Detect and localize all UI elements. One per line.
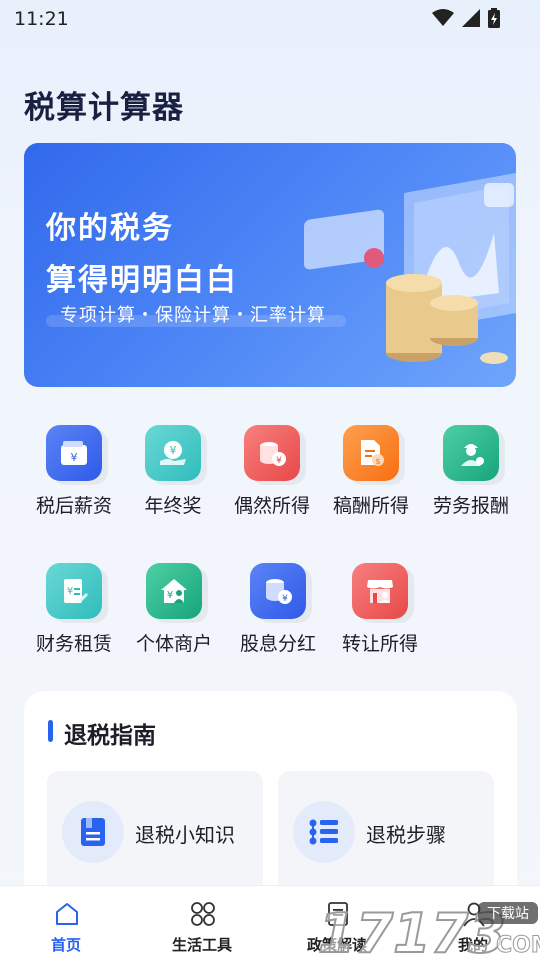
category-incidental-income[interactable]: ¥ 偶然所得 xyxy=(222,425,322,535)
category-label: 年终奖 xyxy=(144,495,202,517)
house-person-icon: ¥ xyxy=(146,563,202,619)
svg-text:¥: ¥ xyxy=(67,586,73,597)
svg-text:¥: ¥ xyxy=(71,451,78,464)
tile-label: 退税步骤 xyxy=(366,823,446,847)
coin-stack-icon: ¥ xyxy=(244,425,300,481)
category-label: 财务租赁 xyxy=(35,633,112,655)
book-icon xyxy=(62,801,124,863)
promo-banner[interactable]: 你的税务 算得明明白白 专项计算・保险计算・汇率计算 xyxy=(24,143,516,387)
tab-label: 首页 xyxy=(50,936,81,954)
svg-text:下载站: 下载站 xyxy=(487,906,529,922)
category-label: 劳务报酬 xyxy=(432,495,509,517)
svg-text:¥: ¥ xyxy=(276,456,282,466)
home-icon xyxy=(56,903,78,925)
status-bar: 11:21 xyxy=(0,0,540,36)
steps-list-icon xyxy=(293,801,355,863)
refund-steps-tile[interactable]: 退税步骤 xyxy=(278,771,494,901)
category-finance-lease[interactable]: ¥ 财务租赁 xyxy=(24,563,124,673)
tab-life-tools[interactable]: 生活工具 xyxy=(152,886,252,960)
coin-hand-icon: ¥ xyxy=(145,425,201,481)
tab-label: 生活工具 xyxy=(171,936,232,954)
ledger-icon: ¥ xyxy=(46,563,102,619)
banner-headline-1: 你的税务 xyxy=(46,211,174,246)
category-label: 股息分红 xyxy=(239,633,316,655)
signal-icon xyxy=(462,9,480,27)
status-time: 11:21 xyxy=(14,8,69,30)
banner-illustration xyxy=(304,173,516,364)
svg-text:¥: ¥ xyxy=(282,594,288,604)
status-icons xyxy=(432,8,500,28)
tile-label: 退税小知识 xyxy=(135,823,235,847)
section-accent-bar xyxy=(48,720,53,742)
category-transfer-income[interactable]: 转让所得 xyxy=(330,563,430,673)
category-label: 税后薪资 xyxy=(35,495,112,517)
category-label: 稿酬所得 xyxy=(332,495,409,517)
section-title: 退税指南 xyxy=(64,723,156,749)
battery-icon xyxy=(488,8,500,28)
worker-icon xyxy=(443,425,499,481)
svg-text:¥: ¥ xyxy=(167,590,173,601)
category-royalty-income[interactable]: $ 稿酬所得 xyxy=(321,425,421,535)
wifi-icon xyxy=(432,9,454,26)
category-year-end-bonus[interactable]: ¥ 年终奖 xyxy=(123,425,223,535)
category-label: 个体商户 xyxy=(135,633,212,655)
wallet-icon: ¥ xyxy=(46,425,102,481)
category-dividend[interactable]: ¥ 股息分红 xyxy=(228,563,328,673)
refund-knowledge-tile[interactable]: 退税小知识 xyxy=(47,771,263,901)
category-individual-business[interactable]: ¥ 个体商户 xyxy=(124,563,224,673)
coins-icon: ¥ xyxy=(250,563,306,619)
category-labor-remuneration[interactable]: 劳务报酬 xyxy=(421,425,521,535)
category-label: 偶然所得 xyxy=(233,495,310,517)
document-coin-icon: $ xyxy=(343,425,399,481)
svg-text:17173: 17173 xyxy=(318,902,506,960)
svg-text:COM: COM xyxy=(496,933,540,958)
grid-icon xyxy=(191,902,215,926)
tab-home[interactable]: 首页 xyxy=(16,886,116,960)
site-watermark-logo: 17173 下载站 COM xyxy=(318,901,540,960)
svg-text:$: $ xyxy=(375,457,380,466)
page-title: 税算计算器 xyxy=(24,90,184,126)
category-after-tax-salary[interactable]: ¥ 税后薪资 xyxy=(24,425,124,535)
svg-text:¥: ¥ xyxy=(170,444,177,457)
banner-headline-2: 算得明明白白 xyxy=(46,263,238,298)
shop-icon xyxy=(352,563,408,619)
category-label: 转让所得 xyxy=(341,633,418,655)
